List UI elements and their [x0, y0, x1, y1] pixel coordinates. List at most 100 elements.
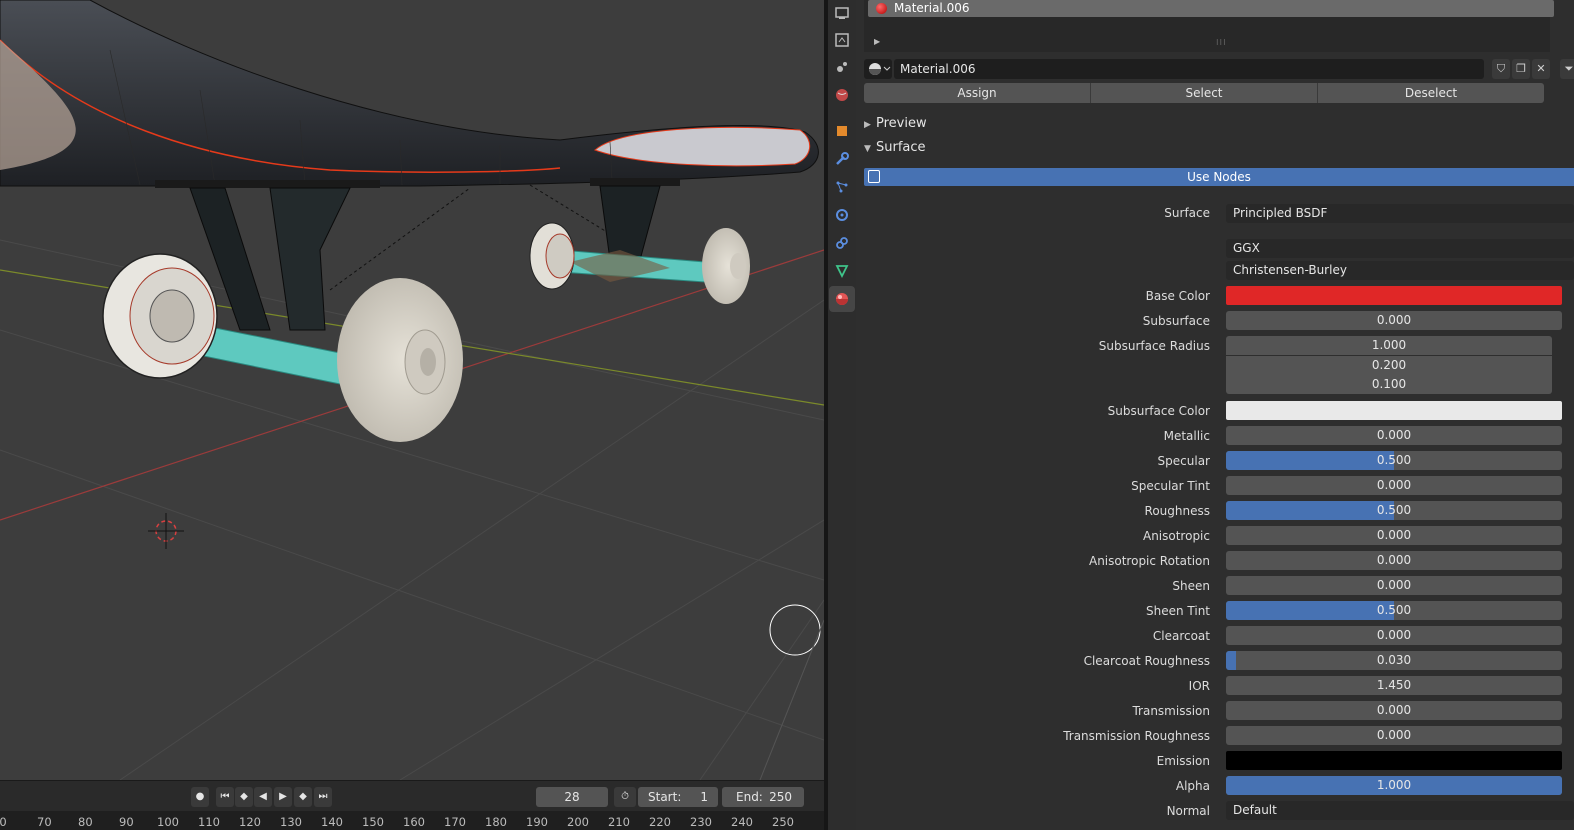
sheen-tint-value: 0.500: [1376, 603, 1412, 617]
material-datablock-row: Material.006 ⛉ ❐ ✕ ⏷: [864, 59, 1574, 79]
ruler-tick: 60: [0, 815, 7, 829]
collapsed-arrow-icon: ▶: [864, 120, 871, 130]
base-color-swatch[interactable]: [1226, 286, 1562, 305]
subsurface-color-swatch[interactable]: [1226, 401, 1562, 420]
back-right-wheel: [337, 278, 463, 442]
subsurface-radius-z-field[interactable]: 0.100: [1226, 375, 1552, 394]
next-keyframe-icon[interactable]: ◆: [294, 787, 312, 807]
mesh-data-icon: [835, 265, 849, 278]
subsurface-method-dropdown[interactable]: Christensen-Burley: [1226, 261, 1574, 280]
render-icon: [835, 7, 849, 19]
clearcoat-value: 0.000: [1376, 628, 1412, 642]
frame-ruler[interactable]: 60 70 80 90 100 110 120 130 140 150 160 …: [0, 811, 824, 830]
slot-name: Material.006: [894, 1, 970, 15]
transmission-slider[interactable]: 0.000: [1226, 701, 1562, 720]
ruler-tick: 190: [526, 815, 548, 829]
tab-object[interactable]: [829, 118, 855, 144]
front-left-wheel: [529, 222, 575, 290]
emission-label: Emission: [1156, 754, 1210, 768]
unlink-material-icon[interactable]: ✕: [1532, 59, 1550, 79]
tab-output[interactable]: [829, 27, 855, 53]
tab-scene[interactable]: [829, 54, 855, 80]
stopwatch-icon[interactable]: ⏱: [614, 787, 636, 807]
material-slot-item[interactable]: Material.006: [868, 0, 1554, 17]
metallic-slider[interactable]: 0.000: [1226, 426, 1562, 445]
slider-fill: [1226, 451, 1394, 470]
subsurface-radius-y-field[interactable]: 0.200: [1226, 356, 1552, 375]
expanded-arrow-icon: ▼: [864, 144, 871, 154]
alpha-slider[interactable]: 1.000: [1226, 776, 1562, 795]
tab-render[interactable]: [829, 0, 855, 26]
3d-viewport[interactable]: [0, 0, 824, 780]
transmission-roughness-value: 0.000: [1376, 728, 1412, 742]
properties-tabs: [828, 0, 856, 830]
material-name-input[interactable]: Material.006: [894, 59, 1484, 79]
sheen-slider[interactable]: 0.000: [1226, 576, 1562, 595]
tab-physics[interactable]: [829, 202, 855, 228]
assign-button[interactable]: Assign: [864, 83, 1091, 103]
keyframe-record-button[interactable]: ●: [191, 787, 209, 807]
sheen-value: 0.000: [1376, 578, 1412, 592]
roughness-slider[interactable]: 0.500: [1226, 501, 1562, 520]
ruler-tick: 130: [280, 815, 302, 829]
viewport-scene: [0, 0, 824, 780]
sheen-label: Sheen: [1172, 579, 1210, 593]
anisotropic-slider[interactable]: 0.000: [1226, 526, 1562, 545]
subsurface-value: 0.000: [1376, 313, 1412, 327]
tab-modifiers[interactable]: [829, 146, 855, 172]
duplicate-material-icon[interactable]: ❐: [1512, 59, 1530, 79]
subsurface-radius-x-field[interactable]: 1.000: [1226, 336, 1552, 355]
ruler-tick: 70: [37, 815, 52, 829]
timeline: ● ⏮ ◆ ◀ ▶ ◆ ⏭ 28 ⏱ Start: 1 End: 250 60 …: [0, 780, 824, 830]
anisotropic-label: Anisotropic: [1142, 529, 1210, 543]
roughness-value: 0.500: [1376, 503, 1412, 517]
distribution-dropdown[interactable]: GGX: [1226, 239, 1574, 258]
expand-arrow-icon[interactable]: ▶: [874, 37, 880, 46]
specular-slider[interactable]: 0.500: [1226, 451, 1562, 470]
preview-panel-title: Preview: [876, 116, 927, 131]
base-color-label: Base Color: [1145, 289, 1210, 303]
prev-keyframe-icon[interactable]: ◆: [235, 787, 253, 807]
emission-color-swatch[interactable]: [1226, 751, 1562, 770]
ior-field[interactable]: 1.450: [1226, 676, 1562, 695]
clearcoat-slider[interactable]: 0.000: [1226, 626, 1562, 645]
sheen-tint-slider[interactable]: 0.500: [1226, 601, 1562, 620]
metallic-label: Metallic: [1163, 429, 1210, 443]
transmission-roughness-slider[interactable]: 0.000: [1226, 726, 1562, 745]
browse-material-button[interactable]: [864, 59, 892, 79]
subsurface-field[interactable]: 0.000: [1226, 311, 1562, 330]
material-browse-icon: [869, 63, 891, 75]
normal-input[interactable]: Default: [1226, 801, 1574, 820]
tab-data[interactable]: [829, 258, 855, 284]
start-frame-field[interactable]: Start: 1: [638, 787, 718, 807]
play-reverse-icon[interactable]: ◀: [254, 787, 272, 807]
wrench-icon: [836, 152, 849, 165]
jump-end-icon[interactable]: ⏭: [314, 787, 332, 807]
deselect-button[interactable]: Deselect: [1318, 83, 1544, 103]
preview-panel-header[interactable]: ▶ Preview: [864, 113, 1570, 135]
resize-handle-icon[interactable]: ⁝⁝⁝: [1216, 38, 1227, 47]
tab-world[interactable]: [829, 82, 855, 108]
ruler-tick: 180: [485, 815, 507, 829]
clearcoat-roughness-slider[interactable]: 0.030: [1226, 651, 1562, 670]
ruler-tick: 140: [321, 815, 343, 829]
current-frame-field[interactable]: 28: [536, 787, 608, 807]
material-icon: [836, 293, 848, 305]
use-nodes-button[interactable]: Use Nodes: [864, 168, 1574, 186]
surface-panel-header[interactable]: ▼ Surface: [864, 137, 1570, 159]
anisotropic-rotation-label: Anisotropic Rotation: [1088, 554, 1210, 568]
select-button[interactable]: Select: [1091, 83, 1318, 103]
specular-tint-slider[interactable]: 0.000: [1226, 476, 1562, 495]
jump-start-icon[interactable]: ⏮: [216, 787, 234, 807]
tab-particles[interactable]: [829, 174, 855, 200]
tab-material[interactable]: [829, 286, 855, 312]
surface-shader-dropdown[interactable]: Principled BSDF: [1226, 204, 1574, 223]
end-frame-field[interactable]: End: 250: [722, 787, 804, 807]
tab-constraints[interactable]: [829, 230, 855, 256]
ruler-tick: 250: [772, 815, 794, 829]
filter-icon[interactable]: ⏷: [1560, 59, 1574, 79]
anisotropic-rotation-slider[interactable]: 0.000: [1226, 551, 1562, 570]
play-icon[interactable]: ▶: [274, 787, 292, 807]
material-slot-list[interactable]: Material.006 ▶ ⁝⁝⁝: [864, 0, 1554, 52]
fake-user-shield-icon[interactable]: ⛉: [1492, 59, 1510, 79]
